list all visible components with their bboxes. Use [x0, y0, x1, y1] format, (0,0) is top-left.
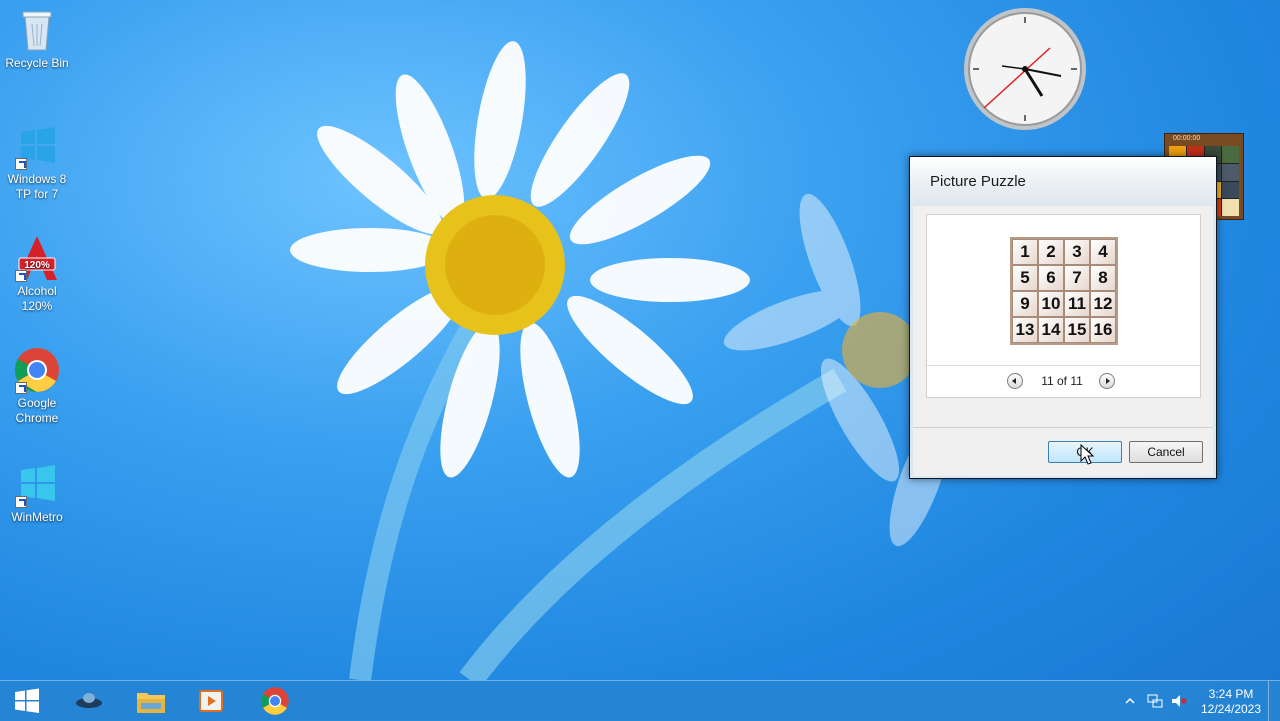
show-desktop-button[interactable]: [1268, 681, 1280, 721]
windows-start-icon: [15, 688, 39, 713]
file-explorer-icon: [137, 693, 165, 713]
shortcut-arrow-icon: [15, 496, 27, 508]
ufo-app-icon: [76, 693, 102, 708]
puzzle-tile: 3: [1064, 239, 1090, 265]
puzzle-number-grid: 1 2 3 4 5 6 7 8 9 10 11 12 13 14 15 16: [1010, 237, 1118, 345]
chevron-left-icon: [1012, 378, 1016, 384]
recycle-bin-icon: [13, 6, 61, 54]
next-picture-button[interactable]: [1099, 373, 1115, 389]
windows-logo-icon: [13, 122, 61, 170]
svg-text:120%: 120%: [24, 260, 50, 271]
desktop-icon-google-chrome[interactable]: Google Chrome: [2, 346, 72, 426]
puzzle-tile: 16: [1090, 317, 1116, 343]
puzzle-tile: 10: [1038, 291, 1064, 317]
puzzle-tile: 11: [1064, 291, 1090, 317]
cancel-button[interactable]: Cancel: [1129, 441, 1203, 463]
dialog-separator: [913, 427, 1213, 428]
network-icon: [1147, 694, 1163, 708]
show-hidden-icons-button[interactable]: [1124, 681, 1136, 721]
desktop-icon-windows-8-tp[interactable]: Windows 8 TP for 7: [2, 122, 72, 202]
puzzle-tile: 1: [1012, 239, 1038, 265]
clock-gadget[interactable]: [962, 6, 1088, 132]
winmetro-icon: [13, 460, 61, 508]
chrome-icon: [261, 687, 289, 715]
picture-puzzle-dialog: Picture Puzzle 1 2 3 4 5 6 7 8 9 10 11 1…: [909, 156, 1217, 479]
puzzle-tile: 13: [1012, 317, 1038, 343]
taskbar-app-file-explorer[interactable]: [124, 683, 178, 719]
taskbar-app-ufo[interactable]: [62, 683, 116, 719]
taskbar-app-media-player[interactable]: [184, 683, 238, 719]
puzzle-tile: 6: [1038, 265, 1064, 291]
alcohol-120-icon: 120%: [13, 234, 61, 282]
dialog-titlebar[interactable]: Picture Puzzle: [910, 157, 1216, 206]
puzzle-tile: 15: [1064, 317, 1090, 343]
shortcut-arrow-icon: [15, 382, 27, 394]
start-button[interactable]: [0, 683, 54, 719]
desktop-icon-label: Google Chrome: [15, 396, 59, 425]
puzzle-tile: 14: [1038, 317, 1064, 343]
desktop-icon-label: Alcohol 120%: [17, 284, 57, 313]
analog-clock-icon: [964, 8, 1086, 130]
dialog-body: 1 2 3 4 5 6 7 8 9 10 11 12 13 14 15 16 1…: [913, 206, 1213, 476]
desktop-icon-label: Windows 8 TP for 7: [7, 172, 67, 201]
desktop-icon-label: Recycle Bin: [5, 56, 69, 70]
picture-preview: 1 2 3 4 5 6 7 8 9 10 11 12 13 14 15 16 1…: [926, 214, 1201, 398]
puzzle-tile: 7: [1064, 265, 1090, 291]
media-player-icon: [199, 690, 223, 712]
desktop-icon-alcohol-120[interactable]: 120% Alcohol 120%: [2, 234, 72, 314]
previous-picture-button[interactable]: [1007, 373, 1023, 389]
clock-time: 3:24 PM: [1208, 687, 1254, 701]
mouse-cursor-icon: [1080, 444, 1095, 465]
dialog-title: Picture Puzzle: [930, 173, 1026, 190]
desktop-icon-winmetro[interactable]: WinMetro: [2, 460, 72, 525]
shortcut-arrow-icon: [15, 270, 27, 282]
puzzle-tile: 9: [1012, 291, 1038, 317]
tray-volume[interactable]: [1170, 681, 1188, 721]
chrome-icon: [13, 346, 61, 394]
puzzle-timer: 00:00:00: [1173, 135, 1201, 142]
puzzle-tile: 12: [1090, 291, 1116, 317]
taskbar-app-chrome[interactable]: [248, 683, 302, 719]
puzzle-tile: 4: [1090, 239, 1116, 265]
preview-divider: [927, 365, 1200, 366]
system-clock[interactable]: 3:24 PM 12/24/2023: [1196, 687, 1266, 717]
taskbar: 3:24 PM 12/24/2023: [0, 680, 1280, 721]
puzzle-tile: 2: [1038, 239, 1064, 265]
chevron-right-icon: [1106, 378, 1110, 384]
chevron-up-icon: [1125, 697, 1135, 704]
speaker-muted-icon: [1172, 695, 1187, 707]
clock-date: 12/24/2023: [1200, 702, 1262, 716]
picture-navigation: 11 of 11: [927, 373, 1200, 393]
shortcut-arrow-icon: [15, 158, 27, 170]
tray-network[interactable]: [1146, 681, 1164, 721]
picture-counter: 11 of 11: [1041, 374, 1083, 388]
puzzle-tile: 8: [1090, 265, 1116, 291]
desktop-icon-recycle-bin[interactable]: Recycle Bin: [2, 6, 72, 71]
puzzle-tile: 5: [1012, 265, 1038, 291]
desktop-icon-label: WinMetro: [11, 510, 63, 524]
